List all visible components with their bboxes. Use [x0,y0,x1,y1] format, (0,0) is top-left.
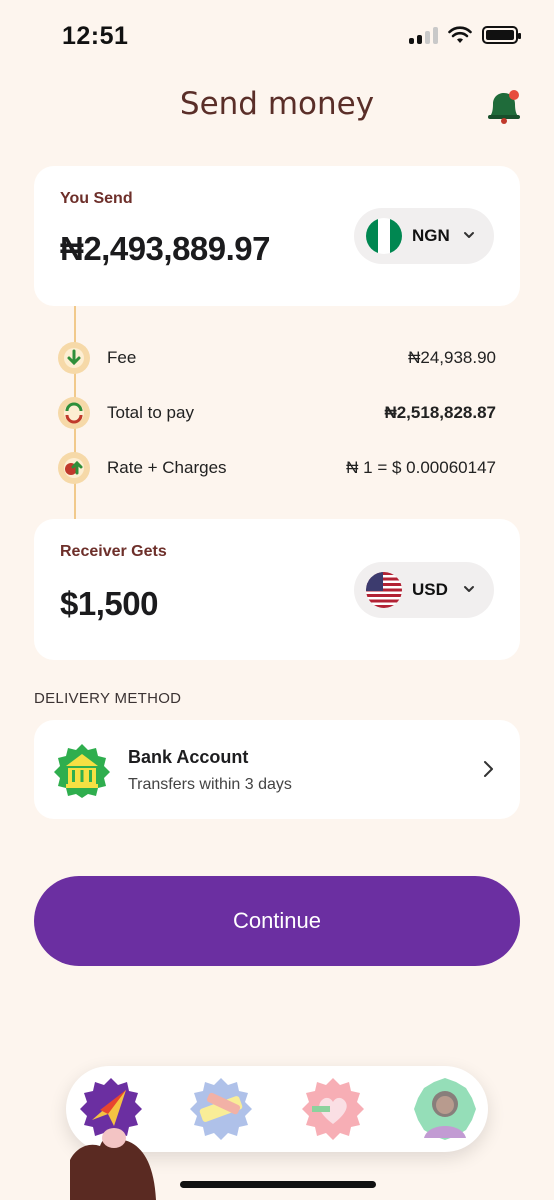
send-card: You Send ₦2,493,889.97 NGN [34,166,520,306]
finger-overlay [70,1128,156,1200]
gift-tab-icon[interactable] [300,1076,366,1142]
delivery-section-title: DELIVERY METHOD [34,690,182,707]
rate-row: Rate + Charges ₦ 1 = $ 0.00060147 [56,450,496,486]
status-time: 12:51 [62,22,129,50]
cards-tab-icon[interactable] [188,1076,254,1142]
wifi-icon [448,26,472,43]
continue-button[interactable]: Continue [34,876,520,966]
status-icons [409,26,521,44]
rate-icon [58,452,90,484]
nigeria-flag-icon [366,218,402,254]
fee-row: Fee ₦24,938.90 [56,340,496,376]
total-label: Total to pay [107,403,194,422]
fee-value: ₦24,938.90 [408,348,496,367]
bell-icon[interactable] [484,88,524,124]
home-indicator[interactable] [180,1181,376,1188]
signal-icon [409,26,438,44]
page-title: Send money [179,86,375,122]
chevron-down-icon [464,586,474,592]
delivery-method-card[interactable]: Bank Account Transfers within 3 days [34,720,520,819]
chevron-down-icon [464,232,474,238]
receive-currency-code: USD [412,580,448,599]
send-currency-code: NGN [412,226,450,245]
delivery-subtitle: Transfers within 3 days [128,776,292,793]
bank-icon [54,744,110,798]
send-currency-selector[interactable]: NGN [354,208,494,264]
status-bar: 12:51 [0,0,554,70]
receive-label: Receiver Gets [60,543,167,560]
receive-currency-selector[interactable]: USD [354,562,494,618]
receive-amount[interactable]: $1,500 [60,585,158,623]
total-value: ₦2,518,828.87 [384,403,496,422]
usa-flag-icon [366,572,402,608]
profile-tab-icon[interactable] [412,1076,478,1142]
battery-icon [482,26,521,44]
fee-label: Fee [107,348,137,367]
delivery-title: Bank Account [128,747,249,767]
rate-label: Rate + Charges [107,458,227,477]
rate-value: ₦ 1 = $ 0.00060147 [346,458,496,477]
total-row: Total to pay ₦2,518,828.87 [56,395,496,431]
chevron-right-icon [484,761,493,777]
receive-card: Receiver Gets $1,500 USD [34,519,520,660]
send-amount[interactable]: ₦2,493,889.97 [60,230,271,268]
fee-icon [58,342,90,374]
total-icon [58,397,90,429]
send-label: You Send [60,190,133,207]
